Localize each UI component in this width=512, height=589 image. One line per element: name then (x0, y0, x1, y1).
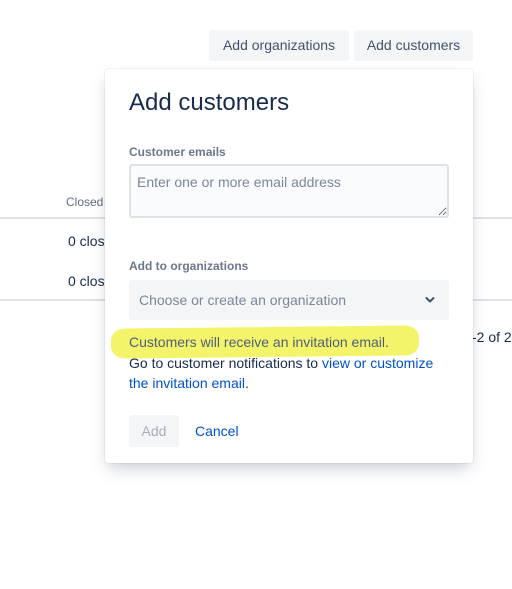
help-suffix: . (244, 375, 249, 391)
notifications-help-text: Go to customer notifications to view or … (129, 353, 449, 393)
organization-select-placeholder: Choose or create an organization (139, 292, 347, 308)
organization-select[interactable]: Choose or create an organization (129, 280, 449, 320)
page: Add organizations Add customers Closed 0… (0, 0, 512, 589)
add-customers-dialog: Add customers Customer emails Add to org… (105, 69, 473, 463)
add-customers-button[interactable]: Add customers (354, 30, 473, 61)
pagination-text: -2 of 2 (472, 329, 512, 345)
add-button[interactable]: Add (129, 415, 179, 447)
add-organizations-button[interactable]: Add organizations (209, 30, 349, 61)
cancel-button[interactable]: Cancel (195, 415, 239, 447)
closed-column-header: Closed (66, 195, 104, 209)
dialog-title: Add customers (129, 89, 290, 116)
help-prefix: Go to customer notifications to (129, 355, 322, 371)
invitation-notice: Customers will receive an invitation ema… (129, 334, 389, 350)
chevron-down-icon (425, 297, 435, 303)
customer-emails-input[interactable] (129, 164, 449, 218)
customer-emails-label: Customer emails (129, 145, 226, 159)
organizations-label: Add to organizations (129, 259, 249, 273)
